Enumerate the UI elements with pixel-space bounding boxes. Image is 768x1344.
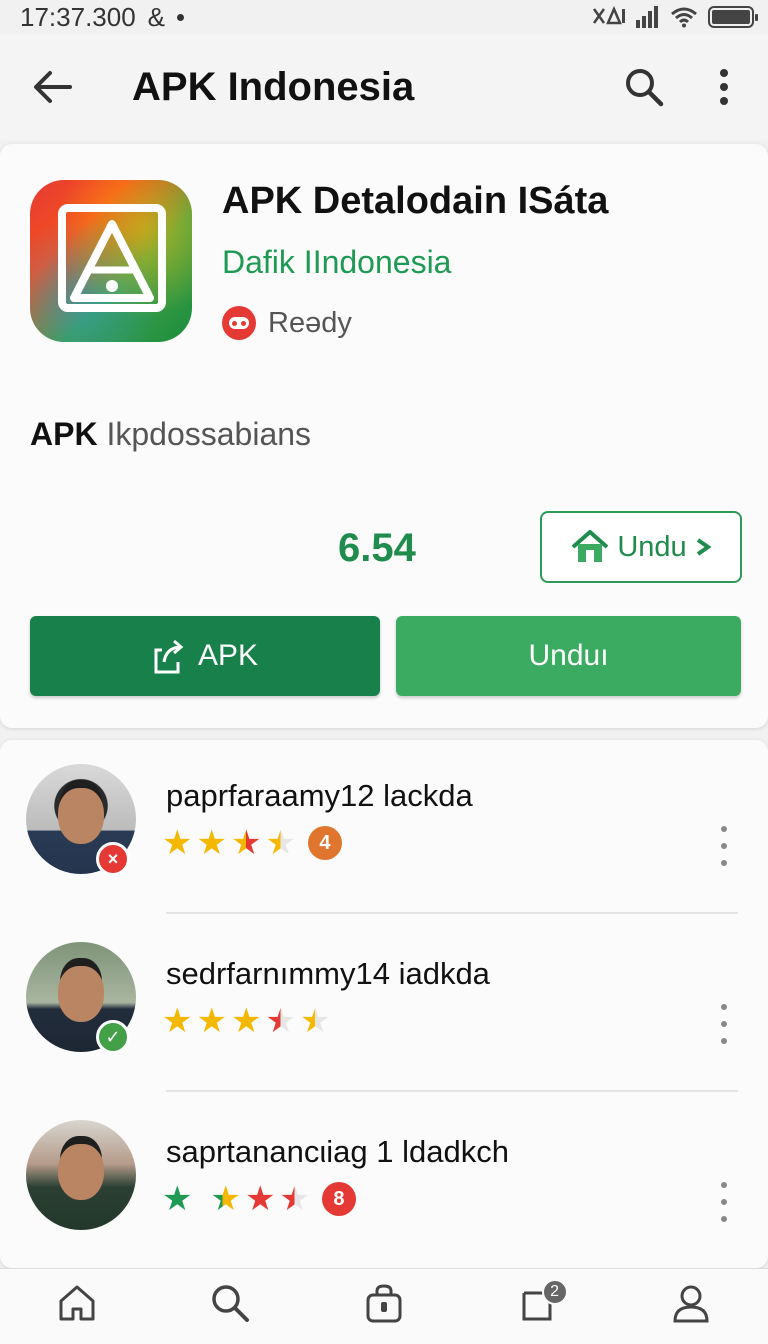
search-icon bbox=[212, 1285, 250, 1322]
reviewer-name: saprtanancιiag 1 ldadkch bbox=[166, 1134, 509, 1169]
divider bbox=[166, 912, 738, 914]
section-title-rest: Ikpdossabians bbox=[97, 416, 312, 452]
review-menu-icon[interactable] bbox=[712, 1004, 736, 1044]
more-options-button[interactable] bbox=[684, 34, 764, 140]
status-left: 17:37.300 & bbox=[20, 1, 185, 33]
star-icon: ★ bbox=[299, 1002, 331, 1040]
app-name: APK Detalodain ISáta bbox=[222, 180, 609, 222]
download-outline-button[interactable]: Undu bbox=[540, 511, 742, 583]
app-version: 6.54 bbox=[338, 526, 416, 570]
home-icon bbox=[59, 1285, 95, 1321]
app-info-card: APK Detalodain ISáta Dafik IIndonesia Re… bbox=[0, 144, 768, 728]
star-icon: ★ bbox=[210, 1180, 241, 1218]
profile-icon bbox=[673, 1285, 709, 1323]
download-button-label: Unduı bbox=[528, 639, 609, 672]
search-icon bbox=[626, 69, 664, 107]
reviewer-name: sedrfarnımmy14 iadkda bbox=[166, 956, 490, 991]
star-icon: ★ bbox=[230, 1002, 262, 1040]
section-title: APK Ikpdossabians bbox=[30, 416, 311, 453]
chevron-right-icon bbox=[696, 538, 711, 556]
apk-button-label: APK bbox=[197, 639, 259, 672]
wifi-icon bbox=[671, 7, 697, 28]
star-icon: ★ bbox=[196, 1002, 227, 1040]
download-button[interactable]: Unduı bbox=[396, 616, 741, 696]
status-indicator-icon bbox=[222, 306, 256, 340]
bag-icon bbox=[366, 1284, 402, 1323]
rating-stars: ★ ★ ★ ★ 4 bbox=[162, 826, 342, 860]
notification-count-badge: 2 bbox=[541, 1279, 568, 1305]
battery-icon bbox=[708, 6, 758, 28]
bottom-navigation: 2 bbox=[0, 1268, 768, 1344]
app-bar: APK Indonesia bbox=[0, 34, 768, 140]
nav-search[interactable] bbox=[190, 1283, 270, 1343]
app-logo-icon bbox=[30, 180, 192, 342]
verified-badge-icon: ✓ bbox=[96, 1020, 130, 1054]
rating-stars: ★ ★ ★ ★ ★ bbox=[162, 1004, 330, 1038]
rating-badge: 8 bbox=[321, 1182, 356, 1216]
star-icon: ★ bbox=[279, 1180, 310, 1218]
star-icon: ★ bbox=[265, 1002, 296, 1040]
no-sim-icon bbox=[592, 5, 625, 25]
notification-dot-icon bbox=[177, 13, 185, 21]
avatar[interactable] bbox=[26, 1120, 136, 1230]
divider bbox=[166, 1090, 738, 1092]
back-arrow-icon bbox=[34, 71, 72, 103]
review-menu-icon[interactable] bbox=[712, 826, 736, 866]
nav-bag[interactable] bbox=[344, 1283, 424, 1343]
reject-badge-icon: × bbox=[96, 842, 130, 876]
star-icon: ★ bbox=[196, 824, 227, 862]
nav-profile[interactable] bbox=[651, 1283, 731, 1343]
more-vert-icon bbox=[720, 69, 728, 105]
back-button[interactable] bbox=[0, 34, 104, 140]
reviewer-name: paprfaraamy12 lackda bbox=[166, 778, 473, 813]
status-time: 17:37.300 bbox=[20, 1, 136, 32]
developer-link[interactable]: Dafik IIndonesia bbox=[222, 244, 451, 281]
signal-icon bbox=[636, 6, 658, 28]
apk-button[interactable]: APK bbox=[30, 616, 380, 696]
star-icon: ★ bbox=[244, 1180, 276, 1218]
nav-notifications[interactable]: 2 bbox=[498, 1279, 578, 1343]
status-label: Reǝdy bbox=[268, 306, 352, 339]
review-menu-icon[interactable] bbox=[712, 1182, 736, 1222]
status-extra: & bbox=[147, 1, 166, 32]
rating-stars: ★ ★ ★ ★ 8 bbox=[162, 1182, 356, 1216]
star-icon: ★ bbox=[230, 824, 262, 862]
home-icon bbox=[572, 530, 609, 562]
section-title-prefix: APK bbox=[30, 416, 98, 452]
search-button[interactable] bbox=[604, 34, 684, 140]
star-icon: ★ bbox=[265, 824, 296, 862]
rating-badge: 4 bbox=[307, 826, 342, 860]
star-icon: ★ bbox=[162, 1002, 193, 1040]
app-status: Reǝdy bbox=[222, 306, 352, 340]
reviews-card: × paprfaraamy12 lackda ★ ★ ★ ★ 4 ✓ sedrf… bbox=[0, 740, 768, 1268]
review-item: × paprfaraamy12 lackda ★ ★ ★ ★ 4 bbox=[0, 762, 768, 922]
star-icon: ★ bbox=[162, 1180, 193, 1218]
download-outline-label: Undu bbox=[617, 530, 687, 563]
review-item: ✓ sedrfarnımmy14 iadkda ★ ★ ★ ★ ★ bbox=[0, 940, 768, 1100]
nav-home[interactable] bbox=[37, 1283, 117, 1343]
star-icon: ★ bbox=[162, 824, 193, 862]
status-right bbox=[592, 5, 758, 29]
status-bar: 17:37.300 & bbox=[0, 0, 768, 34]
page-title: APK Indonesia bbox=[132, 64, 415, 109]
review-item: saprtanancιiag 1 ldadkch ★ ★ ★ ★ 8 bbox=[0, 1118, 768, 1278]
share-icon bbox=[154, 639, 184, 674]
